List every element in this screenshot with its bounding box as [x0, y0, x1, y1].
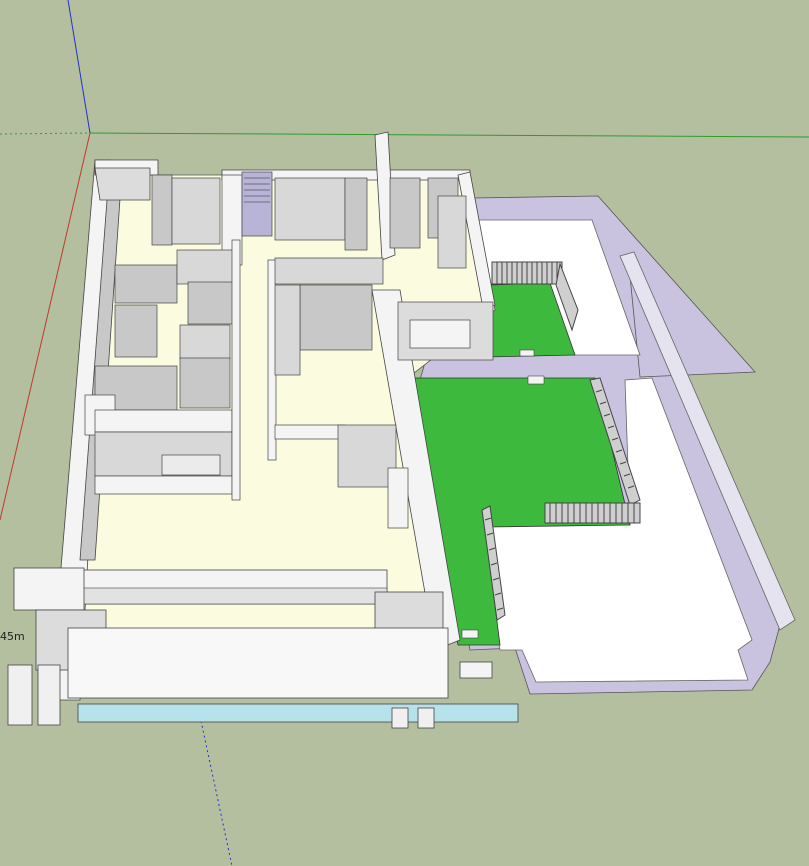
room-wall-e	[179, 324, 231, 360]
room-wall-o	[274, 424, 346, 440]
room-wall-p	[337, 424, 397, 488]
lawn-light-lower	[461, 629, 479, 639]
green-axis-dotted	[0, 132, 91, 135]
scene-canvas[interactable]	[0, 0, 809, 866]
room-wall-k	[274, 257, 384, 285]
partition-4	[274, 177, 346, 241]
room-wall-c	[187, 281, 235, 325]
partition-8	[437, 195, 467, 269]
blue-axis	[67, 0, 91, 134]
terrace-step	[459, 661, 493, 679]
front-beam-underside	[81, 587, 388, 605]
pillar-a	[7, 664, 33, 726]
room-wall-h	[94, 409, 233, 433]
dimension-label: 45m	[0, 630, 25, 643]
room-wall-d	[114, 304, 158, 358]
pillar-b	[37, 664, 61, 726]
room-wall-m	[274, 284, 301, 376]
room-wall-b	[176, 249, 236, 285]
stair-block	[241, 171, 273, 237]
room-wall-q	[387, 467, 409, 529]
tower-top-left	[94, 167, 151, 201]
front-column-left	[13, 567, 85, 611]
window-niche	[161, 454, 221, 476]
pillar-d	[417, 707, 435, 729]
corridor-wall-left	[231, 239, 241, 501]
room-wall-n-inner	[409, 319, 471, 349]
blue-axis-dotted	[199, 715, 233, 866]
partition-5	[344, 177, 368, 251]
room-wall-j	[94, 475, 233, 495]
room-wall-l	[299, 284, 373, 351]
pillar-c	[391, 707, 409, 729]
front-glass-strip	[77, 703, 519, 723]
lawn-light-upper	[519, 349, 535, 357]
room-wall-f	[179, 357, 231, 409]
partition-1	[151, 174, 173, 246]
front-low-wall	[67, 627, 449, 699]
partition-2	[171, 177, 221, 245]
lawn-light-mid	[527, 375, 545, 385]
partition-6	[389, 177, 421, 249]
room-wall-a	[114, 264, 178, 304]
green-axis	[89, 132, 809, 138]
modeling-viewport[interactable]: 45m	[0, 0, 809, 866]
